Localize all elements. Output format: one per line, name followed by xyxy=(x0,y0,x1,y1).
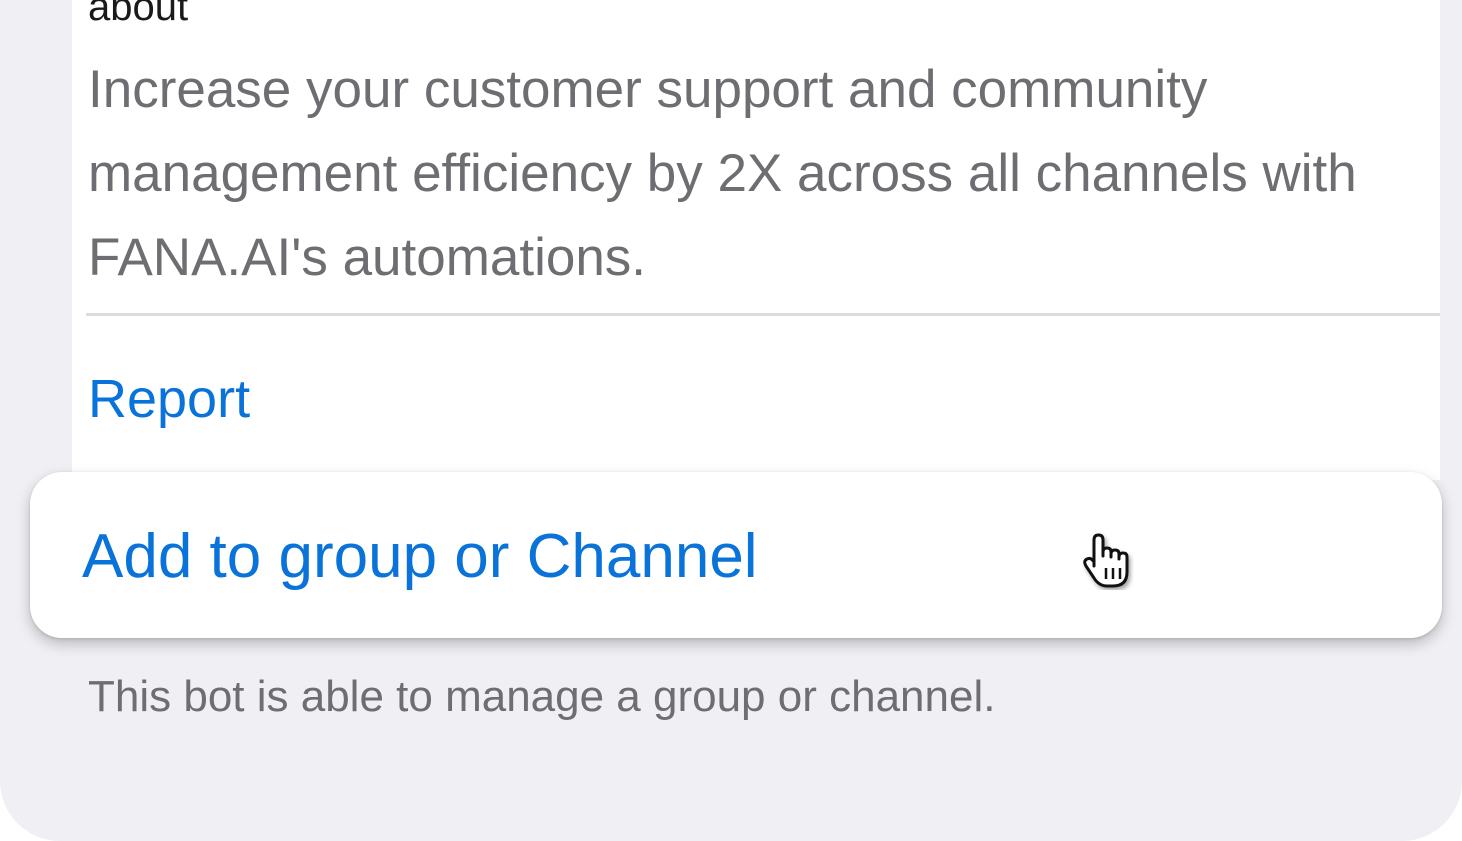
hand-pointer-icon xyxy=(1083,533,1129,588)
about-text: Increase your customer support and commu… xyxy=(88,60,1357,287)
about-section: about Increase your customer support and… xyxy=(72,0,1440,480)
add-to-group-label: Add to group or Channel xyxy=(82,522,758,591)
add-to-group-button[interactable]: Add to group or Channel xyxy=(30,472,1442,638)
footer-note: This bot is able to manage a group or ch… xyxy=(88,672,996,721)
section-divider xyxy=(86,313,1440,316)
report-button[interactable]: Report xyxy=(88,366,250,432)
about-label: about xyxy=(88,0,189,29)
bot-info-panel: about Increase your customer support and… xyxy=(0,0,1462,841)
